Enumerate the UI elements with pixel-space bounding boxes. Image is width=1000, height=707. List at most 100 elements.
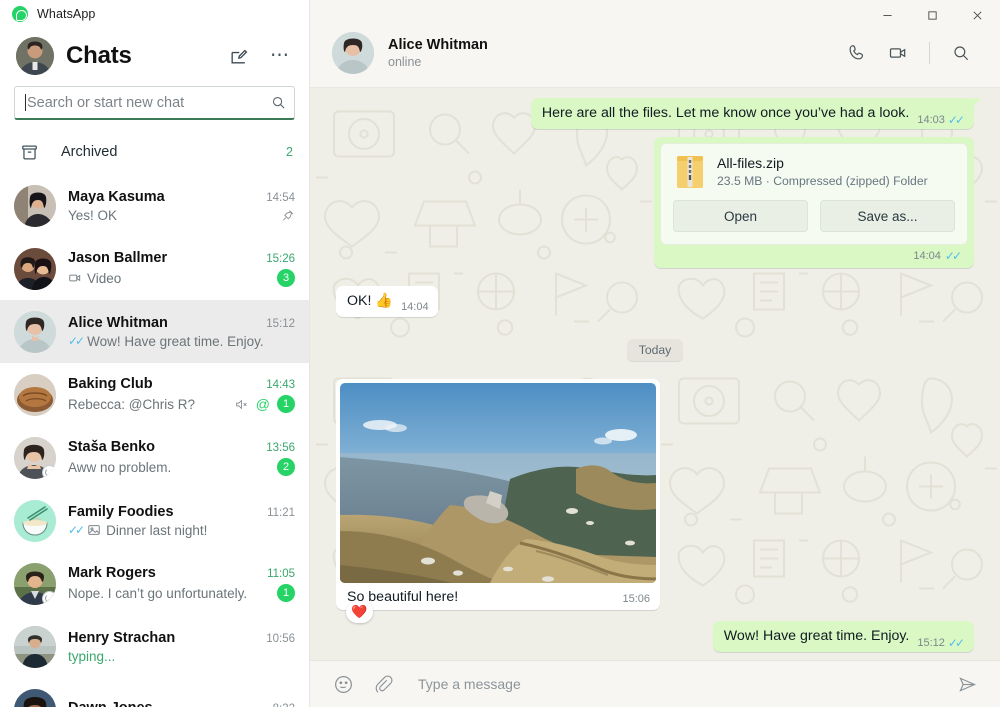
chat-item-body: Maya Kasuma 14:54 Yes! OK (68, 189, 295, 223)
message-time: 14:04 (401, 301, 429, 313)
chat-item-body: Jason Ballmer 15:26 Video 3 (68, 250, 295, 287)
avatar[interactable] (14, 184, 56, 227)
compose-icon[interactable] (223, 41, 253, 71)
chat-list-item[interactable]: Dawn Jones 8:32 (0, 678, 309, 707)
archived-row[interactable]: Archived 2 (0, 130, 309, 174)
avatar[interactable] (14, 310, 56, 353)
chat-list-item[interactable]: Maya Kasuma 14:54 Yes! OK (0, 174, 309, 237)
window-controls (865, 0, 1000, 30)
file-meta: All-files.zip 23.5 MB · Compressed (zipp… (717, 155, 928, 188)
more-options-icon[interactable]: ⋯ (265, 41, 295, 71)
message-row: Here are all the files. Let me know once… (336, 98, 982, 129)
chat-name: Dawn Jones (68, 700, 267, 707)
avatar-image (14, 688, 56, 707)
message-meta: 15:12 ✓✓ (917, 636, 965, 650)
video-camera-icon[interactable] (881, 36, 915, 70)
avatar-image (14, 310, 56, 353)
photo-attachment[interactable] (340, 383, 656, 583)
message-input[interactable] (410, 676, 943, 692)
header-divider (929, 41, 930, 64)
read-receipt-icon: ✓✓ (947, 636, 965, 650)
status-ring-icon (42, 590, 56, 605)
search-icon[interactable] (271, 95, 286, 110)
avatar[interactable] (14, 688, 56, 707)
chat-item-meta: @1 (234, 395, 295, 413)
chat-pane: Alice Whitman online Here are all the fi… (310, 0, 1000, 707)
date-divider: Today (336, 339, 974, 361)
send-icon[interactable] (957, 674, 978, 695)
search-icon[interactable] (944, 36, 978, 70)
emoji-icon[interactable] (330, 671, 356, 697)
chat-item-bottom: Aww no problem. 2 (68, 458, 295, 476)
chat-preview-text: Wow! Have great time. Enjoy. (87, 333, 264, 349)
avatar[interactable] (14, 625, 56, 668)
message-time: 15:06 (622, 593, 650, 605)
save-as-button[interactable]: Save as... (820, 200, 955, 232)
chat-preview-text: typing... (68, 648, 116, 664)
chat-time: 14:54 (266, 191, 295, 204)
message-area[interactable]: Here are all the files. Let me know once… (310, 88, 1000, 660)
chat-list-item[interactable]: Alice Whitman 15:12 ✓✓ Wow! Have great t… (0, 300, 309, 363)
chat-list-item[interactable]: Henry Strachan 10:56 typing... (0, 615, 309, 678)
message-list: Here are all the files. Let me know once… (310, 88, 1000, 660)
avatar[interactable] (16, 37, 54, 75)
chat-item-meta: 3 (277, 269, 295, 287)
chat-item-body: Baking Club 14:43 Rebecca: @Chris R? @1 (68, 376, 295, 413)
contact-info: Alice Whitman online (388, 37, 825, 69)
whatsapp-logo-icon (12, 6, 28, 22)
phone-icon[interactable] (839, 36, 873, 70)
maximize-button[interactable] (910, 0, 955, 30)
message-bubble[interactable]: Here are all the files. Let me know once… (530, 98, 982, 129)
reaction-badge[interactable]: ❤️ (346, 601, 373, 623)
avatar[interactable] (14, 373, 56, 416)
open-button[interactable]: Open (673, 200, 808, 232)
message-row: Wow! Have great time. Enjoy. 15:12 ✓✓ (336, 621, 974, 652)
image-message-bubble[interactable]: So beautiful here! 15:06 ❤️ (336, 379, 660, 623)
contact-avatar-image (332, 31, 374, 74)
attachment-clip-icon[interactable] (370, 671, 396, 697)
chat-time: 13:56 (266, 442, 295, 454)
chat-list-item[interactable]: Mark Rogers 11:05 Nope. I can’t go unfor… (0, 552, 309, 615)
minimize-button[interactable] (865, 0, 910, 30)
message-row: So beautiful here! 15:06 ❤️ (336, 379, 974, 623)
avatar[interactable] (14, 562, 56, 605)
search-box[interactable] (14, 86, 295, 120)
file-message-bubble[interactable]: All-files.zip 23.5 MB · Compressed (zipp… (654, 137, 974, 268)
video-camera-icon (68, 271, 82, 285)
avatar[interactable] (14, 436, 56, 479)
chat-item-bottom: ✓✓ Dinner last night! (68, 523, 295, 538)
chat-time: 10:56 (266, 632, 295, 645)
chat-list[interactable]: Archived 2 Maya Kasuma 14:54 Yes! OK Jas… (0, 130, 309, 707)
chat-list-item[interactable]: Baking Club 14:43 Rebecca: @Chris R? @1 (0, 363, 309, 426)
message-time: 15:12 (917, 637, 945, 649)
contact-avatar[interactable] (332, 31, 374, 74)
chat-list-item[interactable]: Family Foodies 11:21 ✓✓ Dinner last nigh… (0, 489, 309, 552)
chat-item-meta: 1 (277, 584, 295, 602)
chat-item-body: Dawn Jones 8:32 (68, 700, 295, 707)
chat-item-bottom: ✓✓ Wow! Have great time. Enjoy. (68, 334, 295, 349)
avatar-image (14, 499, 56, 542)
message-time: 14:03 (917, 114, 945, 126)
chat-item-top: Henry Strachan 10:56 (68, 630, 295, 646)
search-input[interactable] (27, 94, 271, 111)
avatar[interactable] (14, 247, 56, 290)
avatar-image (14, 184, 56, 227)
archived-count: 2 (286, 145, 293, 159)
close-button[interactable] (955, 0, 1000, 30)
message-bubble[interactable]: OK! 👍 14:04 (336, 286, 438, 317)
message-bubble[interactable]: Wow! Have great time. Enjoy. 15:12 ✓✓ (712, 621, 974, 652)
zip-folder-icon (677, 155, 703, 188)
contact-name: Alice Whitman (388, 36, 488, 53)
avatar[interactable] (14, 499, 56, 542)
contact-status: online (388, 54, 422, 69)
chat-item-body: Henry Strachan 10:56 typing... (68, 630, 295, 664)
image-caption: So beautiful here! (347, 589, 459, 605)
unread-badge: 2 (277, 458, 295, 476)
chat-list-item[interactable]: Staša Benko 13:56 Aww no problem. 2 (0, 426, 309, 489)
chat-list-item[interactable]: Jason Ballmer 15:26 Video 3 (0, 237, 309, 300)
unread-badge: 3 (277, 269, 295, 287)
message-meta: 14:04 (401, 301, 429, 313)
app-title: WhatsApp (37, 7, 96, 21)
avatar-image (14, 247, 56, 290)
app-title-bar: WhatsApp (0, 0, 309, 28)
